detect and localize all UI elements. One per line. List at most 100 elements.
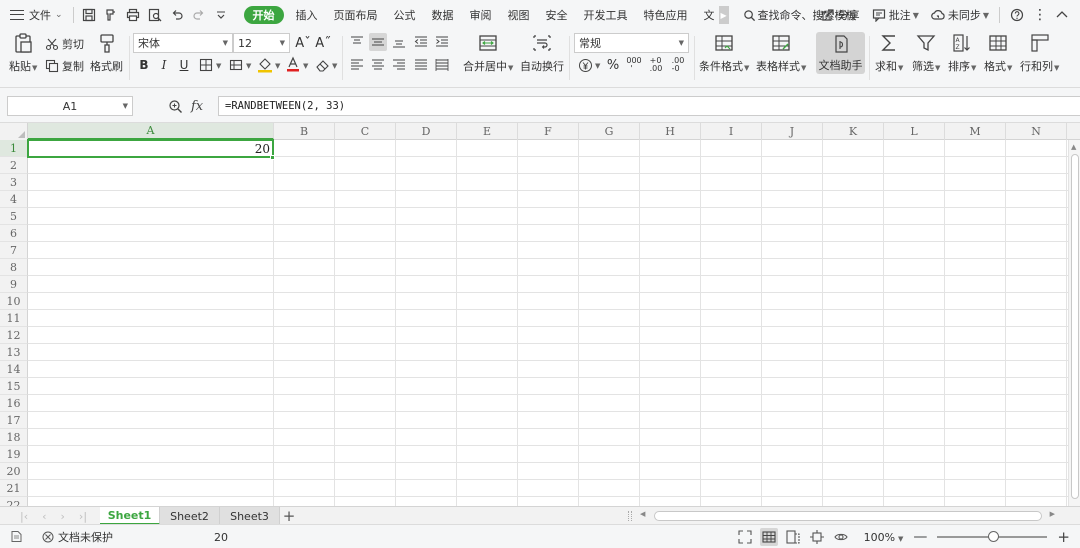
last-sheet-icon[interactable]: ›| xyxy=(79,510,87,523)
underline-button[interactable]: U xyxy=(175,56,193,74)
print-button[interactable] xyxy=(123,5,143,25)
zoom-in-button[interactable]: + xyxy=(1057,528,1070,546)
font-name-select[interactable]: 宋体 ▼ xyxy=(133,33,233,53)
cut-button[interactable]: 剪切 xyxy=(45,36,84,52)
borders-button[interactable] xyxy=(197,56,215,74)
row-header-11[interactable]: 11 xyxy=(0,310,28,327)
fill-color-button[interactable] xyxy=(256,56,274,74)
tab-data[interactable]: 数据 xyxy=(424,0,462,30)
row-header-19[interactable]: 19 xyxy=(0,446,28,463)
row-header-16[interactable]: 16 xyxy=(0,395,28,412)
wrap-text-button[interactable]: 自动换行 xyxy=(520,32,564,74)
justify-button[interactable] xyxy=(412,56,430,74)
insert-function-button[interactable]: fx xyxy=(191,99,203,114)
spreadsheet-grid[interactable]: ABCDEFGHIJKLMN 1 2 3 4 5 6 7 8 9 10 11 12 13 14 15 16 17… xyxy=(0,123,1080,506)
tab-home[interactable]: 开始 xyxy=(243,6,284,24)
column-header-a[interactable]: A xyxy=(28,123,274,140)
bold-button[interactable]: B xyxy=(135,56,153,74)
collapse-ribbon-button[interactable] xyxy=(1055,8,1072,22)
column-header-f[interactable]: F xyxy=(518,123,579,140)
sheet-tab-3[interactable]: Sheet3 xyxy=(220,507,280,525)
row-header-15[interactable]: 15 xyxy=(0,378,28,395)
increase-decimal-button[interactable]: +0.00 xyxy=(647,56,665,74)
doc-helper-button[interactable]: 文档助手 xyxy=(816,32,865,74)
column-header-h[interactable]: H xyxy=(640,123,701,140)
column-header-l[interactable]: L xyxy=(884,123,945,140)
currency-format-button[interactable] xyxy=(576,56,594,74)
column-header-m[interactable]: M xyxy=(945,123,1006,140)
vertical-scrollbar[interactable]: ▲ xyxy=(1068,140,1080,506)
tab-special-apps[interactable]: 特色应用 xyxy=(636,0,696,30)
row-header-1[interactable]: 1 xyxy=(0,140,28,157)
column-header-k[interactable]: K xyxy=(823,123,884,140)
row-header-20[interactable]: 20 xyxy=(0,463,28,480)
column-header-j[interactable]: J xyxy=(762,123,823,140)
decrease-font-size-button[interactable]: A˝ xyxy=(314,34,332,52)
italic-button[interactable]: I xyxy=(155,56,173,74)
tab-truncated[interactable]: 文 xyxy=(696,0,717,30)
more-options-button[interactable]: ⋮ xyxy=(1033,7,1047,23)
customize-quick-access-button[interactable] xyxy=(211,5,231,25)
row-col-button[interactable]: 行和列▼ xyxy=(1020,32,1059,74)
tab-view[interactable]: 视图 xyxy=(500,0,538,30)
zoom-out-button[interactable]: — xyxy=(913,529,927,545)
increase-font-size-button[interactable]: Aˇ xyxy=(294,34,312,52)
column-header-n[interactable]: N xyxy=(1006,123,1067,140)
add-sheet-button[interactable]: + xyxy=(282,507,296,525)
prev-sheet-icon[interactable]: ‹ xyxy=(42,510,46,523)
filter-button[interactable]: 筛选▼ xyxy=(912,32,940,74)
merge-center-button[interactable]: 合并居中▼ xyxy=(463,32,513,74)
row-header-3[interactable]: 3 xyxy=(0,174,28,191)
row-header-13[interactable]: 13 xyxy=(0,344,28,361)
format-painter-quick-button[interactable] xyxy=(101,5,121,25)
percent-format-button[interactable]: % xyxy=(604,56,622,74)
column-header-i[interactable]: I xyxy=(701,123,762,140)
save-button[interactable] xyxy=(79,5,99,25)
zoom-slider[interactable] xyxy=(937,531,1048,542)
sheet-tab-1[interactable]: Sheet1 xyxy=(100,507,160,525)
clear-button[interactable] xyxy=(313,56,331,74)
fill-handle[interactable] xyxy=(270,155,275,160)
row-header-2[interactable]: 2 xyxy=(0,157,28,174)
sum-button[interactable]: 求和▼ xyxy=(875,32,903,74)
fullscreen-button[interactable] xyxy=(736,528,754,546)
thousands-separator-button[interactable]: 000 ' xyxy=(625,56,643,74)
horizontal-scroll-thumb[interactable] xyxy=(654,511,1042,521)
increase-indent-button[interactable] xyxy=(433,33,451,51)
align-left-button[interactable] xyxy=(348,56,366,74)
column-header-g[interactable]: G xyxy=(579,123,640,140)
normal-view-button[interactable] xyxy=(759,528,778,546)
row-header-4[interactable]: 4 xyxy=(0,191,28,208)
align-right-button[interactable] xyxy=(390,56,408,74)
copy-button[interactable]: 复制 xyxy=(45,58,84,74)
print-preview-button[interactable] xyxy=(145,5,165,25)
tab-insert[interactable]: 插入 xyxy=(288,0,326,30)
column-header-e[interactable]: E xyxy=(457,123,518,140)
format-painter-button[interactable]: 格式刷 xyxy=(90,32,123,74)
tab-security[interactable]: 安全 xyxy=(538,0,576,30)
sync-button[interactable]: 未同步 ▼ xyxy=(931,7,989,23)
page-break-view-button[interactable] xyxy=(784,528,802,546)
align-middle-button[interactable] xyxy=(369,33,387,51)
split-handle[interactable] xyxy=(628,511,632,521)
row-header-22[interactable]: 22 xyxy=(0,497,28,506)
sort-button[interactable]: AZ 排序▼ xyxy=(948,32,976,74)
row-header-8[interactable]: 8 xyxy=(0,259,28,276)
eye-protection-button[interactable] xyxy=(832,528,850,546)
vertical-scroll-thumb[interactable] xyxy=(1071,154,1079,499)
format-button[interactable]: 格式▼ xyxy=(984,32,1012,74)
number-format-select[interactable]: 常规 ▼ xyxy=(574,33,689,53)
scroll-up-icon[interactable]: ▲ xyxy=(1071,143,1076,151)
row-header-5[interactable]: 5 xyxy=(0,208,28,225)
file-menu-button[interactable]: 文件 ⌄ xyxy=(0,0,69,30)
align-bottom-button[interactable] xyxy=(390,33,408,51)
decrease-decimal-button[interactable]: .00 -0 xyxy=(669,56,687,74)
cell-fill-pattern-button[interactable] xyxy=(227,56,245,74)
zoom-slider-knob[interactable] xyxy=(988,531,1000,542)
row-header-10[interactable]: 10 xyxy=(0,293,28,310)
tab-page-layout[interactable]: 页面布局 xyxy=(326,0,386,30)
formula-input[interactable]: =RANDBETWEEN(2, 33) xyxy=(218,96,1080,116)
zoom-level-select[interactable]: 100% ▼ xyxy=(864,531,904,544)
row-header-6[interactable]: 6 xyxy=(0,225,28,242)
name-box[interactable]: A1 ▼ xyxy=(7,96,133,116)
